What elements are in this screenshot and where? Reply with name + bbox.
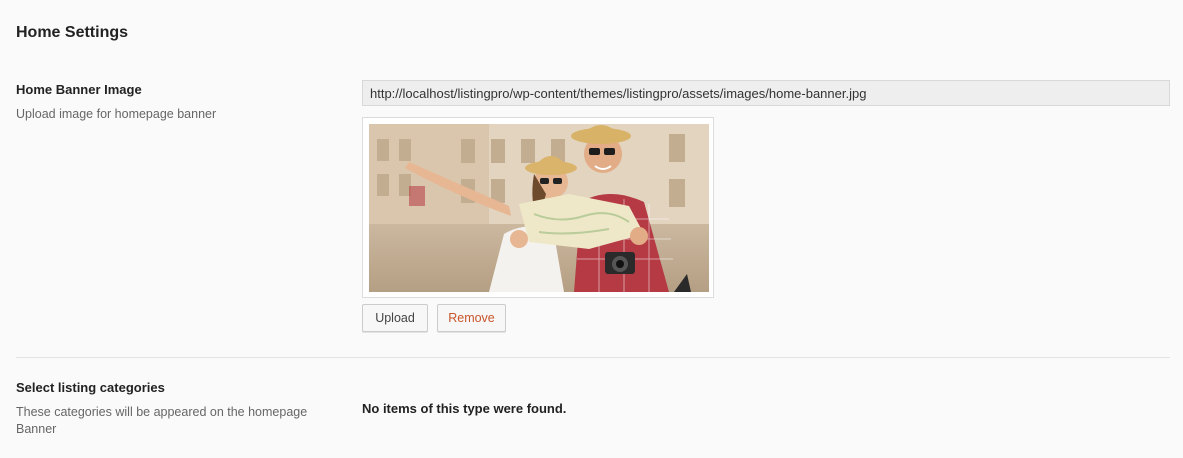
- categories-empty-message: No items of this type were found.: [362, 401, 567, 416]
- categories-field-description: These categories will be appeared on the…: [16, 405, 308, 436]
- section-divider: [16, 357, 1170, 358]
- banner-url-input[interactable]: [362, 80, 1170, 106]
- banner-field-label: Home Banner Image: [16, 82, 142, 97]
- categories-field-label: Select listing categories: [16, 380, 165, 395]
- remove-button[interactable]: Remove: [437, 304, 506, 332]
- upload-button[interactable]: Upload: [362, 304, 428, 332]
- banner-image: [369, 124, 709, 292]
- banner-image-preview: [362, 117, 714, 298]
- home-settings-page: Home Settings Home Banner Image Upload i…: [0, 0, 1183, 458]
- banner-field-description: Upload image for homepage banner: [16, 107, 217, 121]
- section-title: Home Settings: [16, 24, 129, 41]
